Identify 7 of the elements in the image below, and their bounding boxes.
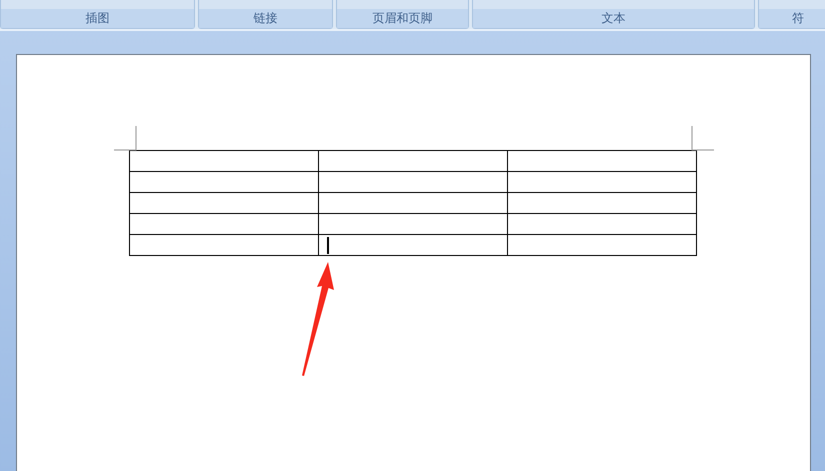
group-label: 文本 [473, 9, 754, 28]
margin-mark-icon [690, 126, 714, 151]
group-label: 链接 [199, 9, 332, 28]
group-label: 插图 [1, 9, 194, 28]
group-label: 符 [759, 9, 825, 28]
margin-mark-icon [114, 126, 138, 151]
group-label: 页眉和页脚 [337, 9, 468, 28]
